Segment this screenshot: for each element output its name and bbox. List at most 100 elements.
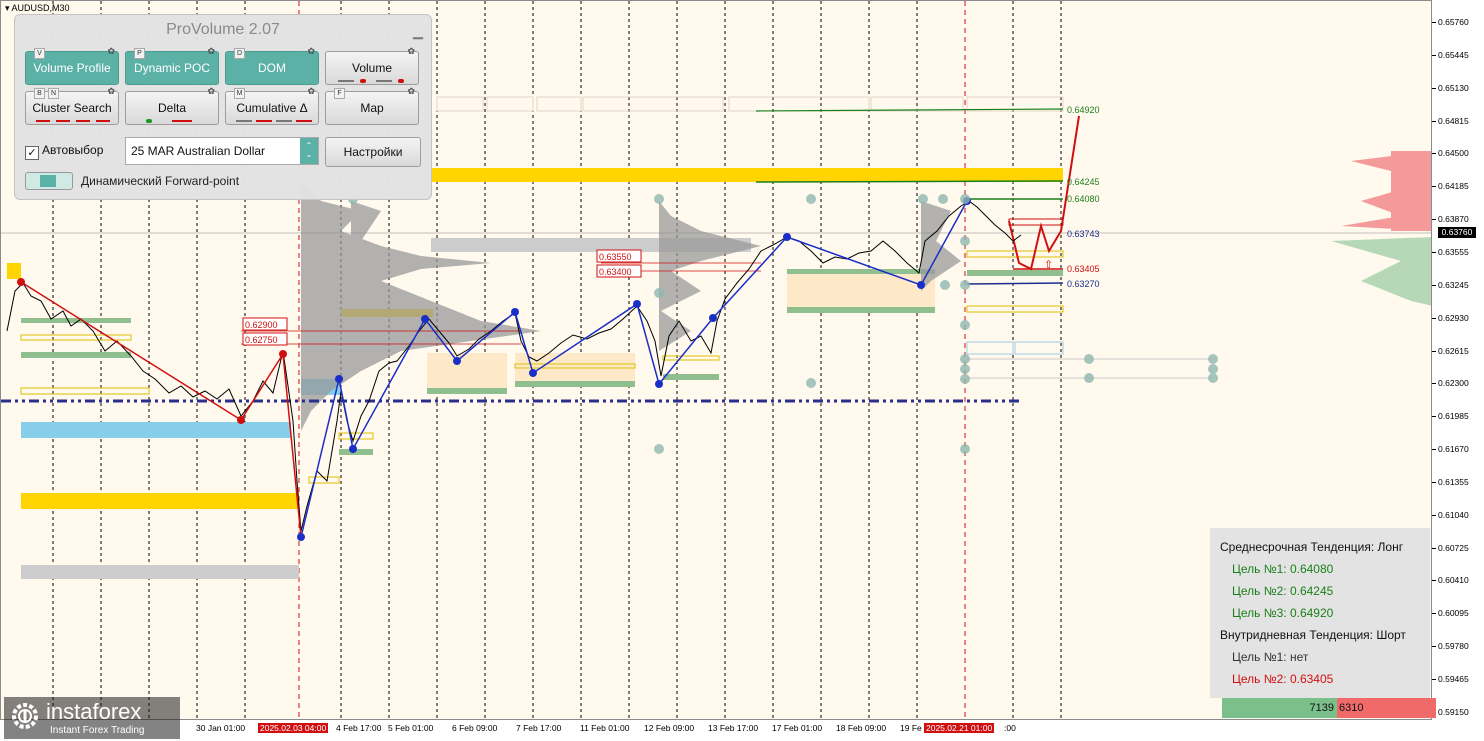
hotkey-badge: D: [234, 48, 245, 59]
gold-box: [966, 305, 1064, 313]
sell-volume-value: 6310: [1339, 702, 1364, 714]
price-label: 0.62930: [1438, 312, 1469, 323]
forward-point-toggle[interactable]: [25, 172, 73, 190]
gear-icon[interactable]: ✿: [307, 47, 315, 56]
gear-icon[interactable]: ✿: [407, 47, 415, 56]
price-tick: [1432, 580, 1436, 582]
price-label: 0.61670: [1438, 444, 1469, 455]
price-label: 0.64500: [1438, 148, 1469, 159]
indicator-bar: [296, 120, 312, 122]
price-label: 0.63870: [1438, 214, 1469, 225]
provolume-panel[interactable]: ProVolume 2.07 ▁ V ✿ Volume Profile P ✿ …: [14, 14, 432, 200]
price-label: 0.60410: [1438, 575, 1469, 586]
session-boxes: [436, 96, 1064, 112]
price-tick: [1432, 87, 1436, 89]
indicator-dot: [360, 79, 366, 83]
target-1-label: 0.64080: [1067, 194, 1100, 204]
forecast-box: [1008, 218, 1064, 226]
trend-info-box: Среднесрочная Тенденция: Лонг Цель №1: 0…: [1210, 528, 1430, 698]
dynamic-poc-button[interactable]: P ✿ Dynamic POC: [125, 47, 219, 85]
gear-icon[interactable]: ✿: [207, 47, 215, 56]
price-tick: [1432, 284, 1436, 286]
gear-icon[interactable]: ✿: [307, 87, 315, 96]
volume-button[interactable]: ✿ Volume: [325, 47, 419, 85]
time-axis[interactable]: 30 Jan 01:00 2025.02.03 04:00 4 Feb 17:00 5…: [0, 720, 1432, 741]
cumulative-delta-button[interactable]: M ✿ Cumulative Δ: [225, 87, 319, 125]
intraday-target-label: 0.63405: [1067, 264, 1100, 274]
checkbox-check-icon[interactable]: ✓: [25, 146, 39, 160]
buy-profile: [1331, 237, 1431, 306]
profile-box: [427, 353, 507, 388]
gold-zone: [21, 493, 299, 509]
target-2-line: [755, 180, 1064, 183]
price-axis[interactable]: 0.65760 0.65445 0.65130 0.64815 0.64500 0.641…: [1432, 0, 1484, 720]
time-label: 12 Feb 09:00: [644, 723, 695, 733]
hotkey-badge: M: [234, 88, 245, 99]
volume-balance-bar: 7139 6310: [1222, 698, 1436, 718]
box-upper-label: 0.63550: [599, 252, 632, 262]
price-label: 0.59150: [1438, 706, 1469, 717]
support-label: 0.63270: [1067, 279, 1100, 289]
indicator-bar: [172, 120, 192, 122]
gear-icon[interactable]: ✿: [407, 87, 415, 96]
indicator-dot: [146, 119, 152, 123]
indicator-bar: [338, 80, 354, 82]
left-lower-label: 0.62750: [245, 335, 278, 345]
price-label: 0.61985: [1438, 411, 1469, 422]
autoselect-checkbox[interactable]: ✓ Автовыбор: [25, 143, 103, 160]
price-tick: [1432, 679, 1436, 680]
price-label: 0.61355: [1438, 476, 1469, 487]
price-tick: [1432, 219, 1436, 221]
instaforex-logo: instaforex Instant Forex Trading: [4, 697, 180, 739]
intraday-target-1: Цель №1: нет: [1232, 650, 1309, 664]
settings-button[interactable]: Настройки: [325, 137, 421, 167]
price-label: 0.59780: [1438, 641, 1469, 652]
support-line: [966, 282, 1064, 285]
price-tick: [1432, 481, 1436, 483]
price-tick: [1432, 120, 1436, 122]
instrument-select[interactable]: 25 MAR Australian Dollar ⌃ ⌄: [125, 137, 319, 165]
grey-zone: [21, 565, 299, 579]
map-button[interactable]: F ✿ Map: [325, 87, 419, 125]
green-zone: [21, 352, 131, 358]
gold-box: [662, 355, 720, 361]
up-arrow-icon: ⇧: [1044, 259, 1053, 271]
price-tick: [1432, 317, 1436, 319]
indicator-bar: [276, 120, 292, 122]
current-price-tag: 0.63760: [1438, 227, 1476, 238]
indicator-bar: [376, 80, 392, 82]
medium-term-trend: Среднесрочная Тенденция: Лонг: [1220, 540, 1404, 554]
price-label: 0.60095: [1438, 608, 1469, 619]
price-label: 0.64185: [1438, 181, 1469, 192]
dom-button[interactable]: D ✿ DOM: [225, 47, 319, 85]
time-label: 7 Feb 17:00: [516, 723, 562, 733]
time-label: 30 Jan 01:00: [196, 723, 246, 733]
gold-zone: [431, 168, 1063, 182]
price-tick: [1432, 54, 1436, 56]
price-label: 0.62615: [1438, 345, 1469, 356]
gear-icon[interactable]: ✿: [107, 47, 115, 56]
time-label: 6 Feb 09:00: [452, 723, 498, 733]
indicator-bar: [236, 120, 252, 122]
price-tick: [1432, 514, 1436, 516]
price-label: 0.63245: [1438, 279, 1469, 290]
spinner-arrows-icon[interactable]: ⌃ ⌄: [300, 138, 318, 164]
indicator-bar: [56, 120, 70, 122]
cluster-search-button[interactable]: B N ✿ Cluster Search: [25, 87, 119, 125]
price-label: 0.64815: [1438, 115, 1469, 126]
delta-button[interactable]: ✿ Delta: [125, 87, 219, 125]
left-upper-label: 0.62900: [245, 320, 278, 330]
green-zone: [787, 307, 935, 313]
forecast-path: [1008, 115, 1080, 271]
gear-icon[interactable]: ✿: [107, 87, 115, 96]
hotkey-badge: N: [48, 88, 59, 99]
minimize-icon[interactable]: ▁: [413, 24, 423, 40]
volume-profile-button[interactable]: V ✿ Volume Profile: [25, 47, 119, 85]
autoselect-label: Автовыбор: [42, 143, 104, 157]
gear-icon[interactable]: ✿: [207, 87, 215, 96]
price-tick: [1432, 350, 1436, 352]
button-label: Volume: [351, 61, 393, 75]
time-label: 11 Feb 01:00: [580, 723, 630, 733]
price-label: 0.60725: [1438, 542, 1469, 553]
green-zone: [663, 374, 719, 380]
